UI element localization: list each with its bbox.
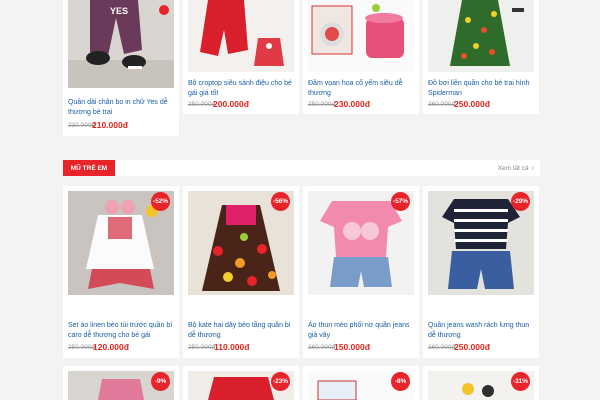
section-title: MŨ TRẺ EM — [63, 160, 115, 176]
product-image[interactable]: YES — [68, 0, 174, 88]
product-card[interactable]: -23% — [183, 366, 299, 400]
product-image[interactable] — [188, 0, 294, 72]
discount-badge: -23% — [271, 372, 290, 391]
product-card[interactable]: -52% Set áo linen bèo túi trước quần bí … — [63, 186, 179, 358]
sale-price: 110.000đ — [214, 342, 250, 352]
product-title[interactable]: Đầm voan hoa cổ yếm siêu dễ thương — [308, 79, 413, 98]
old-price: 360.000đ — [428, 101, 456, 108]
old-price: 250.000đ — [68, 344, 96, 351]
discount-badge: -57% — [391, 192, 410, 211]
product-card[interactable]: -57% Áo thun mèo phối nơ quần jeans giá … — [303, 186, 419, 358]
discount-badge: -29% — [511, 192, 530, 211]
product-title[interactable]: Quần dài chân bo in chữ Yes dễ thương bé… — [68, 98, 173, 117]
product-title[interactable]: Đồ bơi liền quần cho bé trai hình Spider… — [428, 79, 533, 98]
product-card[interactable]: Đồ bơi liền quần cho bé trai hình Spider… — [423, 0, 539, 114]
sale-price: 250.000đ — [454, 342, 490, 352]
old-price: 360.000đ — [428, 344, 456, 351]
chevron-right-icon: › — [531, 164, 534, 172]
product-title[interactable]: Set áo linen bèo túi trước quần bí caro … — [68, 321, 173, 340]
product-title[interactable]: Quần jeans wash rách lưng thun dễ thương — [428, 321, 533, 340]
product-card[interactable]: -31% — [423, 366, 539, 400]
svg-text:YES: YES — [110, 6, 128, 16]
product-card[interactable]: -29% Quần jeans wash rách lưng thun dễ t… — [423, 186, 539, 358]
product-title[interactable]: Bộ croptop siêu sành điệu cho bé gái giá… — [188, 79, 293, 98]
product-image[interactable] — [428, 0, 534, 72]
product-title[interactable]: Bộ kate hai dây bèo tầng quần bí dễ thươ… — [188, 321, 293, 340]
view-all-label[interactable]: Xem tất cả — [498, 165, 529, 172]
sale-price: 210.000đ — [92, 120, 128, 130]
discount-badge: -52% — [151, 192, 170, 211]
product-card[interactable]: -56% Bộ kate hai dây bèo tầng quần bí dễ… — [183, 186, 299, 358]
sale-price: 150.000đ — [334, 342, 370, 352]
old-price: 250.000đ — [308, 101, 336, 108]
section-header: MŨ TRẺ EM Xem tất cả › — [63, 160, 540, 176]
view-all-link[interactable]: Xem tất cả › — [498, 160, 534, 176]
product-title[interactable]: Áo thun mèo phối nơ quần jeans giá vây — [308, 321, 413, 340]
product-card[interactable]: YES Quần dài chân bo in chữ Yes dễ thươn… — [63, 0, 179, 136]
old-price: 360.000đ — [308, 344, 336, 351]
sale-price: 250.000đ — [454, 99, 490, 109]
discount-badge: -8% — [391, 372, 410, 391]
product-image[interactable] — [308, 0, 414, 72]
sale-price: 200.000đ — [213, 99, 249, 109]
product-card[interactable]: -8% — [303, 366, 419, 400]
sale-price: 230.000đ — [334, 99, 370, 109]
discount-badge: -56% — [271, 192, 290, 211]
discount-badge: -31% — [511, 372, 530, 391]
product-card[interactable]: Đầm voan hoa cổ yếm siêu dễ thương 250.0… — [303, 0, 419, 114]
product-card[interactable]: Bộ croptop siêu sành điệu cho bé gái giá… — [183, 0, 299, 114]
old-price: 250.000đ — [188, 101, 216, 108]
sale-price: 120.000đ — [93, 342, 129, 352]
product-card[interactable]: -9% — [63, 366, 179, 400]
old-price: 250.000đ — [188, 344, 216, 351]
discount-badge: -9% — [151, 372, 170, 391]
